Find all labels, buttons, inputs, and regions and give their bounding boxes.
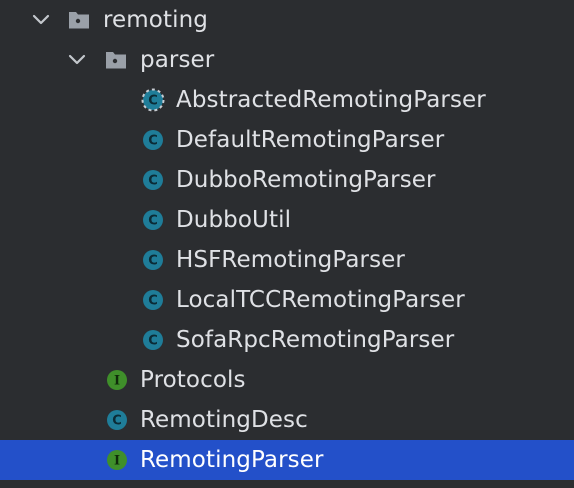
class-label: HSFRemotingParser	[176, 247, 405, 273]
class-icon: C	[143, 210, 163, 230]
class-icon: C	[107, 410, 127, 430]
tree-row-class[interactable]: C SofaRpcRemotingParser	[0, 320, 574, 360]
chevron-down-icon[interactable]	[67, 50, 87, 70]
class-icon: C	[143, 170, 163, 190]
class-label: DubboRemotingParser	[176, 167, 436, 193]
abstract-class-icon: C	[141, 88, 165, 112]
tree-row-class[interactable]: C DubboRemotingParser	[0, 160, 574, 200]
class-label: SofaRpcRemotingParser	[176, 327, 455, 353]
svg-text:C: C	[148, 334, 158, 349]
tree-row-class[interactable]: C DefaultRemotingParser	[0, 120, 574, 160]
chevron-down-icon[interactable]	[31, 10, 51, 30]
tree-row-interface[interactable]: I Protocols	[0, 360, 574, 400]
project-tree: remoting parser C AbstractedRemotingPars…	[0, 0, 574, 488]
tree-row-class[interactable]: C RemotingDesc	[0, 400, 574, 440]
interface-label: Protocols	[140, 367, 246, 393]
tree-row-interface-selected[interactable]: I RemotingParser	[0, 440, 574, 480]
tree-row-class[interactable]: C LocalTCCRemotingParser	[0, 280, 574, 320]
class-label: DubboUtil	[176, 207, 292, 233]
tree-row-remoting[interactable]: remoting	[0, 0, 574, 40]
svg-text:I: I	[114, 374, 120, 389]
interface-icon: I	[107, 370, 127, 390]
folder-label-remoting: remoting	[103, 7, 208, 33]
svg-text:C: C	[148, 294, 158, 309]
class-icon: C	[143, 290, 163, 310]
svg-text:C: C	[148, 94, 158, 109]
tree-row-class[interactable]: C DubboUtil	[0, 200, 574, 240]
class-label: DefaultRemotingParser	[176, 127, 445, 153]
svg-text:I: I	[114, 454, 120, 469]
interface-label: RemotingParser	[140, 447, 324, 473]
class-icon: C	[143, 130, 163, 150]
interface-icon: I	[107, 450, 127, 470]
folder-icon	[106, 52, 126, 69]
svg-text:C: C	[148, 214, 158, 229]
tree-row-parser[interactable]: parser	[0, 40, 574, 80]
class-icon: C	[143, 250, 163, 270]
class-label: AbstractedRemotingParser	[176, 87, 486, 113]
svg-text:C: C	[148, 174, 158, 189]
class-icon: C	[143, 330, 163, 350]
svg-text:C: C	[112, 414, 122, 429]
svg-text:C: C	[148, 254, 158, 269]
folder-label-parser: parser	[140, 47, 215, 73]
folder-icon	[69, 12, 89, 29]
tree-row-class[interactable]: C HSFRemotingParser	[0, 240, 574, 280]
svg-text:C: C	[148, 134, 158, 149]
class-label: LocalTCCRemotingParser	[176, 287, 465, 313]
class-label: RemotingDesc	[140, 407, 308, 433]
tree-row-class[interactable]: C AbstractedRemotingParser	[0, 80, 574, 120]
